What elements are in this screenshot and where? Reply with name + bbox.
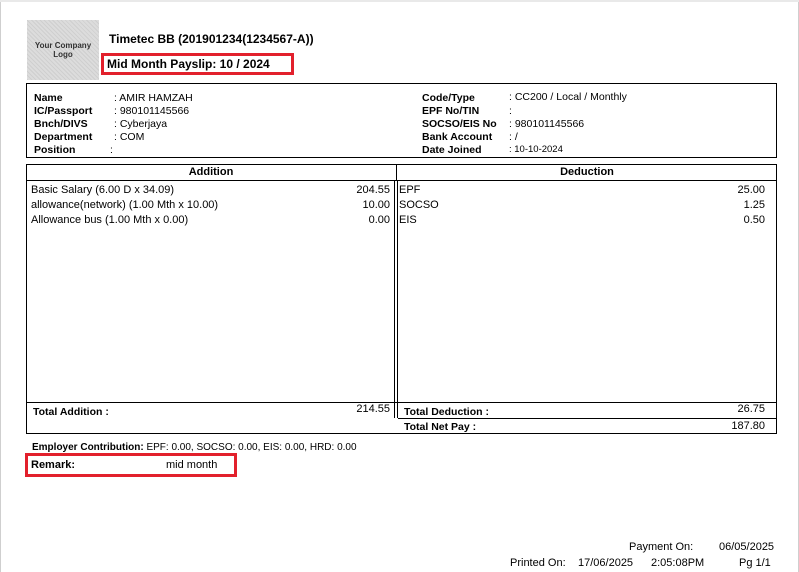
- deduction-amount: 1.25: [743, 199, 765, 211]
- logo-text: Your Company Logo: [34, 41, 92, 59]
- employer-contribution-label: Employer Contribution:: [32, 442, 144, 453]
- addition-amount: 10.00: [362, 199, 390, 211]
- company-logo: Your Company Logo: [27, 20, 99, 80]
- position-label: Position: [34, 144, 76, 156]
- printed-date: 17/06/2025: [578, 557, 634, 569]
- remark-label: Remark:: [31, 459, 76, 471]
- addition-amount: 0.00: [368, 214, 390, 226]
- branch-value: : Cyberjaya: [114, 118, 168, 130]
- name-value: : AMIR HAMZAH: [114, 92, 193, 104]
- remark-value: mid month: [166, 459, 218, 471]
- total-deduction-value: 26.75: [737, 403, 765, 415]
- addition-item: allowance(network) (1.00 Mth x 10.00): [31, 199, 219, 211]
- bank-label: Bank Account: [422, 131, 493, 143]
- name-label: Name: [34, 92, 63, 104]
- deduction-item: SOCSO: [399, 199, 439, 211]
- net-pay-value: 187.80: [731, 420, 765, 432]
- total-addition-value: 214.55: [356, 403, 390, 415]
- table-header: Addition Deduction: [27, 165, 776, 181]
- employer-contribution: Employer Contribution: EPF: 0.00, SOCSO:…: [32, 442, 357, 453]
- deduction-item: EIS: [399, 214, 417, 226]
- payslip-title: Mid Month Payslip: 10 / 2024: [107, 57, 270, 71]
- addition-amount: 204.55: [356, 184, 390, 196]
- dept-label: Department: [34, 131, 93, 143]
- socso-value: : 980101145566: [509, 118, 585, 130]
- joined-value: : 10-10-2024: [509, 144, 563, 155]
- printed-time: 2:05:08PM: [651, 557, 705, 569]
- addition-header: Addition: [188, 166, 234, 178]
- socso-label: SOCSO/EIS No: [422, 118, 497, 130]
- header-divider: [396, 165, 397, 180]
- addition-item: Basic Salary (6.00 D x 34.09): [31, 184, 175, 196]
- total-addition-label: Total Addition :: [33, 406, 109, 418]
- code-label: Code/Type: [422, 92, 475, 104]
- branch-label: Bnch/DIVS: [34, 118, 88, 130]
- deduction-header: Deduction: [560, 166, 614, 178]
- total-deduction-label: Total Deduction :: [404, 406, 489, 418]
- column-divider: [394, 180, 398, 418]
- addition-item: Allowance bus (1.00 Mth x 0.00): [31, 214, 189, 226]
- page-number: Pg 1/1: [739, 557, 771, 569]
- payslip-page: Your Company Logo Timetec BB (201901234(…: [0, 2, 799, 572]
- deduction-amount: 25.00: [737, 184, 765, 196]
- epf-label: EPF No/TIN: [422, 105, 480, 117]
- ic-value: : 980101145566: [114, 105, 190, 117]
- net-pay-row: Total Net Pay : 187.80: [398, 418, 776, 434]
- totals-row: Total Addition : 214.55 Total Deduction …: [27, 402, 776, 418]
- payment-date: 06/05/2025: [719, 541, 775, 553]
- code-value: : CC200 / Local / Monthly: [509, 91, 627, 103]
- dept-value: : COM: [114, 131, 145, 143]
- payment-on-label: Payment On:: [629, 541, 694, 553]
- joined-label: Date Joined: [422, 144, 482, 156]
- earnings-deductions-table: Addition Deduction Basic Salary (6.00 D …: [26, 164, 777, 434]
- employee-info: Name : AMIR HAMZAH IC/Passport : 9801011…: [26, 83, 777, 158]
- position-value: :: [110, 144, 113, 156]
- net-pay-label: Total Net Pay :: [404, 421, 477, 433]
- bank-value: : /: [509, 131, 518, 143]
- printed-on-label: Printed On:: [510, 557, 566, 569]
- deduction-amount: 0.50: [743, 214, 765, 226]
- employer-contribution-value: EPF: 0.00, SOCSO: 0.00, EIS: 0.00, HRD: …: [146, 442, 357, 453]
- deduction-item: EPF: [399, 184, 421, 196]
- company-name: Timetec BB (201901234(1234567-A)): [109, 32, 314, 46]
- epf-value: :: [509, 105, 512, 117]
- ic-label: IC/Passport: [34, 105, 93, 117]
